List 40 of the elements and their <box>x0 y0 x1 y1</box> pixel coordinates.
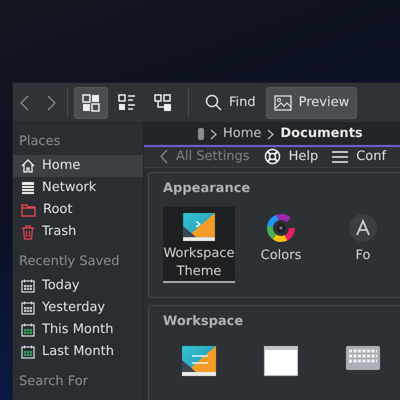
help-button[interactable]: Help <box>264 147 318 166</box>
folder-icon <box>21 203 36 217</box>
lifebuoy-icon <box>264 148 281 166</box>
find-button[interactable]: Find <box>197 86 264 118</box>
group-heading: Workspace <box>163 312 244 330</box>
chevron-icon <box>210 128 217 140</box>
sidebar-heading: Places <box>18 133 62 151</box>
view-mode-button[interactable] <box>74 86 108 118</box>
list-view-icon <box>118 94 136 112</box>
settings-module[interactable]: Fo <box>327 206 399 282</box>
chevron-icon <box>267 128 274 140</box>
sidebar-item[interactable]: Home <box>13 155 143 177</box>
settings-module[interactable]: Workspace Theme <box>163 206 235 282</box>
sidebar-heading: Recently Saved <box>18 253 121 271</box>
group-heading: Appearance <box>163 180 252 198</box>
calendar-icon <box>21 323 35 337</box>
breadcrumb-item[interactable]: Documents <box>280 124 363 144</box>
keyboard-icon <box>346 346 380 370</box>
breadcrumb-item[interactable]: Home <box>223 124 262 144</box>
configure-button[interactable]: Conf <box>332 147 386 166</box>
path-segment <box>198 128 204 140</box>
house-icon <box>21 159 35 173</box>
calendar-icon <box>21 279 35 293</box>
theme-preview-icon <box>182 212 216 240</box>
sidebar-heading: Search For <box>18 373 90 391</box>
calendar-icon <box>21 345 35 359</box>
search-icon <box>205 94 222 111</box>
settings-module[interactable]: Colors <box>245 206 317 282</box>
calendar-icon <box>21 301 35 315</box>
window-icon <box>264 346 298 376</box>
desktop-preview-icon <box>182 346 216 376</box>
font-icon <box>348 212 378 242</box>
tree-view-icon <box>154 94 172 112</box>
preview-button[interactable]: Preview <box>266 86 358 118</box>
trash-icon <box>21 224 35 240</box>
menu-icon <box>332 150 348 163</box>
image-icon <box>274 94 292 110</box>
server-icon <box>21 181 35 195</box>
color-wheel-icon <box>266 212 296 242</box>
grid-view-icon <box>82 94 100 112</box>
